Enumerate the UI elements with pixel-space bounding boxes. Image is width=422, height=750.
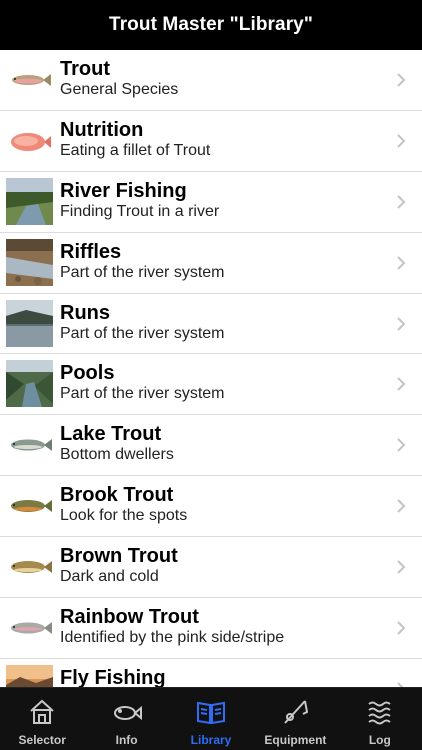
chevron-right-icon xyxy=(397,377,406,392)
list-item-subtitle: Dark and cold xyxy=(60,568,159,586)
chevron-right-icon xyxy=(397,438,406,453)
list-item-subtitle: Eating a fillet of Trout xyxy=(60,141,211,159)
brook-trout-image xyxy=(6,482,53,529)
list-item-title: Runs xyxy=(60,301,110,324)
list-item-runs[interactable]: Runs Part of the river system xyxy=(0,294,422,355)
chevron-right-icon xyxy=(397,73,406,87)
list-item-subtitle: General Species xyxy=(60,81,179,98)
list-item-subtitle: Bottom dwellers xyxy=(60,446,174,464)
tab-selector[interactable]: Selector xyxy=(0,688,84,750)
chevron-right-icon xyxy=(397,499,406,513)
river-photo xyxy=(6,177,53,225)
page-title: Trout Master "Library" xyxy=(109,14,313,35)
runs-photo xyxy=(6,299,53,347)
tab-label: Info xyxy=(115,733,138,747)
tab-library[interactable]: Library xyxy=(169,688,253,750)
house-icon xyxy=(26,696,58,728)
chevron-right-icon xyxy=(397,560,406,574)
tab-label: Log xyxy=(368,733,391,747)
fly-fishing-photo xyxy=(6,664,53,687)
list-item-subtitle: Part of the river system xyxy=(60,263,225,281)
list-item-subtitle: Part of the river system xyxy=(60,385,225,403)
list-item-title: Rainbow Trout xyxy=(60,606,199,629)
list-item-pools[interactable]: Pools Part of the river system xyxy=(0,354,422,416)
list-item-title: Trout xyxy=(60,58,110,80)
chevron-right-icon xyxy=(397,134,406,148)
trout-fish-image xyxy=(6,56,53,103)
book-icon xyxy=(195,696,227,728)
list-item-trout[interactable]: Trout General Species xyxy=(0,50,422,111)
riffles-photo xyxy=(6,238,53,286)
list-item-subtitle: Look for the spots xyxy=(60,507,188,525)
waves-icon xyxy=(364,696,396,728)
list-item-subtitle: Part of the river system xyxy=(60,324,225,342)
list-item-title: Brown Trout xyxy=(60,545,178,568)
list-item-rainbow-trout[interactable]: Rainbow Trout Identified by the pink sid… xyxy=(0,598,422,659)
list-item-title: Brook Trout xyxy=(60,484,174,507)
chevron-right-icon xyxy=(397,316,406,331)
list-item-riffles[interactable]: Riffles Part of the river system xyxy=(0,233,422,294)
list-item-subtitle: Finding Trout in a river xyxy=(60,202,220,220)
list-item-title: Lake Trout xyxy=(60,423,162,446)
library-list[interactable]: Trout General Species Nutrition Eating a… xyxy=(0,50,422,687)
list-item-subtitle: Identified by the pink side/stripe xyxy=(60,629,285,647)
lake-trout-image xyxy=(6,421,53,468)
list-item-lake-trout[interactable]: Lake Trout Bottom dwellers xyxy=(0,415,422,477)
trout-fillet-image xyxy=(6,117,53,164)
tab-label: Equipment xyxy=(264,733,327,747)
nav-bar: Trout Master "Library" xyxy=(0,0,422,50)
brown-trout-image xyxy=(6,543,53,590)
list-item-fly-fishing[interactable]: Fly Fishing xyxy=(0,659,422,687)
tab-equipment[interactable]: Equipment xyxy=(253,688,337,750)
chevron-right-icon xyxy=(397,195,406,209)
list-item-title: Fly Fishing xyxy=(60,666,166,687)
pools-photo xyxy=(6,360,53,408)
list-item-nutrition[interactable]: Nutrition Eating a fillet of Trout xyxy=(0,111,422,172)
chevron-right-icon xyxy=(397,255,406,270)
list-item-title: Nutrition xyxy=(60,118,144,141)
list-item-brown-trout[interactable]: Brown Trout Dark and cold xyxy=(0,537,422,599)
tab-label: Selector xyxy=(18,733,66,747)
tab-label: Library xyxy=(190,733,232,747)
tab-bar: Selector Info Library Equipment Log xyxy=(0,687,422,750)
list-item-title: Riffles xyxy=(60,240,122,263)
list-item-title: River Fishing xyxy=(60,179,187,202)
list-item-title: Pools xyxy=(60,362,115,385)
chevron-right-icon xyxy=(397,621,406,635)
fish-icon xyxy=(111,696,143,728)
fishing-rod-icon xyxy=(279,696,311,728)
list-item-river-fishing[interactable]: River Fishing Finding Trout in a river xyxy=(0,172,422,233)
tab-info[interactable]: Info xyxy=(84,688,168,750)
tab-log[interactable]: Log xyxy=(338,688,422,750)
rainbow-trout-image xyxy=(6,604,53,651)
list-item-brook-trout[interactable]: Brook Trout Look for the spots xyxy=(0,476,422,538)
